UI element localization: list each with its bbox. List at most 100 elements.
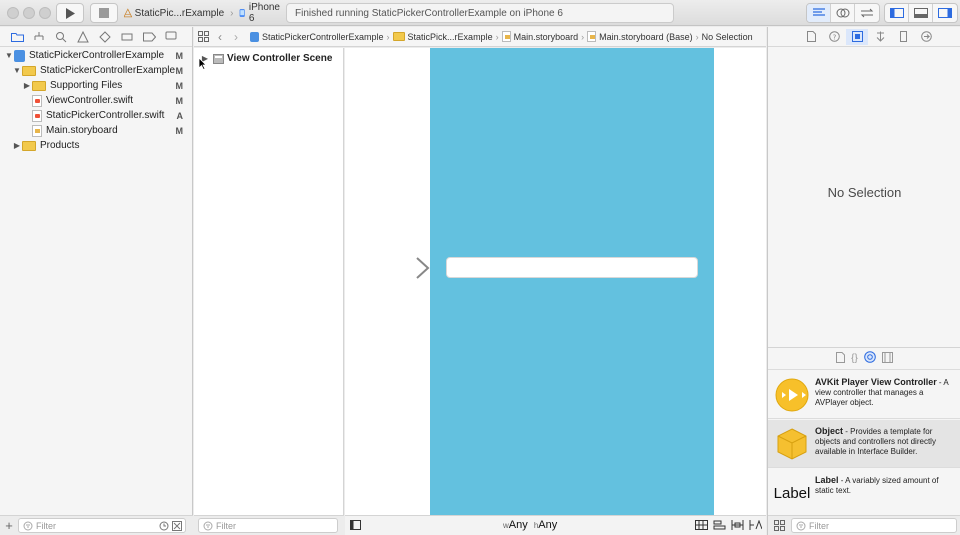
size-class-control[interactable]: wAny hAny [503, 519, 557, 531]
debug-navigator-tab[interactable] [116, 29, 138, 45]
issue-navigator-tab[interactable] [72, 29, 94, 45]
size-inspector-tab[interactable] [892, 29, 914, 45]
close-window-button[interactable] [7, 7, 19, 19]
breadcrumb-item[interactable]: Main.storyboard (Base) [587, 31, 693, 42]
scm-status-badge: M [175, 80, 184, 91]
help-icon: ? [828, 31, 840, 42]
library-item-title: AVKit Player View Controller [815, 377, 937, 387]
navigator-item[interactable]: ▶ Products [0, 138, 193, 153]
align-icon[interactable] [713, 520, 726, 530]
library-item-avkit-player[interactable]: AVKit Player View Controller - A view co… [768, 371, 960, 419]
storyboard-canvas[interactable] [345, 48, 766, 515]
disclosure-collapsed-icon[interactable]: ▶ [12, 141, 22, 150]
standard-editor-button[interactable] [807, 4, 831, 22]
xcode-project-icon [250, 31, 259, 42]
toggle-utilities-button[interactable] [933, 4, 957, 22]
outline-filter-input[interactable]: Filter [198, 518, 338, 533]
picker-text-field[interactable] [446, 257, 698, 278]
folder-icon [10, 32, 24, 42]
navigator-filter-placeholder: Filter [36, 520, 56, 531]
run-button[interactable] [56, 3, 84, 23]
folder-icon [392, 32, 405, 41]
device-label: iPhone 6 [248, 2, 280, 24]
assistant-editor-button[interactable] [831, 4, 855, 22]
disclosure-expanded-icon[interactable]: ▼ [4, 51, 14, 60]
arrow-circle-icon [920, 31, 932, 42]
film-icon [881, 351, 893, 363]
navigator-item[interactable]: Main.storyboard M [0, 123, 193, 138]
report-navigator-tab[interactable] [160, 29, 182, 45]
toggle-debug-area-button[interactable] [909, 4, 933, 22]
quick-help-tab[interactable]: ? [823, 29, 845, 45]
library-filter-bar: Filter [768, 515, 960, 535]
connections-inspector-tab[interactable] [915, 29, 937, 45]
inspector-tab-bar: ? [768, 27, 960, 47]
related-items-icon[interactable] [194, 31, 212, 42]
chevron-right-icon: › [495, 31, 499, 42]
navigator-item-label: Products [40, 140, 80, 151]
navigator-item[interactable]: ▼ StaticPickerControllerExample M [0, 63, 193, 78]
breadcrumb-item[interactable]: Main.storyboard [501, 31, 578, 42]
navigator-item[interactable]: ViewController.swift M [0, 93, 193, 108]
identity-inspector-tab[interactable] [846, 28, 868, 45]
attributes-inspector-tab[interactable] [869, 29, 891, 45]
breadcrumb-item[interactable]: No Selection [702, 32, 753, 42]
resolve-issues-icon[interactable] [749, 520, 762, 530]
show-outline-button[interactable] [350, 520, 361, 533]
library-tab-bar: {} [768, 348, 960, 370]
project-navigator-tab[interactable] [6, 29, 28, 45]
scene-row[interactable]: ▶ View Controller Scene [200, 53, 332, 64]
clock-icon[interactable] [159, 521, 169, 531]
outline-filter-placeholder: Filter [216, 520, 236, 531]
stack-icon[interactable] [695, 520, 708, 530]
navigator-item[interactable]: StaticPickerController.swift A [0, 108, 193, 123]
file-inspector-tab[interactable] [800, 29, 822, 45]
initial-view-controller-arrow-icon [357, 257, 430, 279]
library-item-object[interactable]: Object - Provides a template for objects… [768, 420, 960, 468]
version-editor-button[interactable] [855, 4, 879, 22]
grid-view-icon[interactable] [774, 520, 785, 531]
library-item-label[interactable]: Label Label - A variably sized amount of… [768, 469, 960, 517]
code-snippet-library-tab[interactable]: {} [851, 353, 858, 364]
right-panel-icon [938, 8, 952, 18]
navigator-item[interactable]: ▼ StaticPickerControllerExample M [0, 48, 193, 63]
breadcrumb-item[interactable]: StaticPick...rExample [392, 32, 493, 42]
library-item-title: Object [815, 426, 844, 436]
navigator-filter-input[interactable]: Filter [18, 518, 186, 533]
stop-button[interactable] [90, 3, 118, 23]
navigator-filter-bar: + Filter [0, 515, 193, 535]
find-navigator-tab[interactable] [50, 29, 72, 45]
disclosure-collapsed-icon[interactable]: ▶ [22, 81, 32, 90]
navigator-item[interactable]: ▶ Supporting Files M [0, 78, 193, 93]
size-class-width: Any [508, 519, 528, 531]
add-file-icon[interactable]: + [0, 518, 18, 533]
media-library-tab[interactable] [881, 351, 893, 366]
minimize-window-button[interactable] [23, 7, 35, 19]
breakpoint-navigator-tab[interactable] [138, 29, 160, 45]
scheme-selector[interactable]: StaticPic...rExample › iPhone 6 [124, 2, 280, 24]
pin-icon[interactable] [731, 520, 744, 530]
chevron-right-icon: › [695, 31, 699, 42]
forward-button[interactable]: › [228, 30, 244, 44]
scm-filter-icon[interactable] [172, 520, 182, 531]
lines-icon [812, 8, 825, 16]
symbol-navigator-tab[interactable] [28, 29, 50, 45]
zoom-window-button[interactable] [39, 7, 51, 19]
library-filter-input[interactable]: Filter [791, 518, 957, 533]
breadcrumb-item[interactable]: StaticPickerControllerExample [250, 31, 384, 42]
sidebar-icon [350, 520, 361, 530]
back-button[interactable]: ‹ [212, 30, 228, 44]
disclosure-expanded-icon[interactable]: ▼ [12, 66, 22, 75]
toggle-navigator-button[interactable] [885, 4, 909, 22]
activity-status: Finished running StaticPickerControllerE… [286, 3, 674, 23]
gauge-icon [121, 33, 133, 40]
swift-file-icon [32, 109, 42, 122]
utilities-panel: ? No Selection {} AVKit Player View Cont… [767, 27, 960, 535]
editor-mode-control [806, 3, 880, 23]
file-template-library-tab[interactable] [836, 351, 846, 366]
object-library-tab[interactable] [864, 351, 876, 366]
scm-status-badge: M [175, 50, 184, 61]
view-controller-view[interactable] [430, 48, 714, 515]
test-navigator-tab[interactable] [94, 29, 116, 45]
search-icon [56, 31, 67, 42]
